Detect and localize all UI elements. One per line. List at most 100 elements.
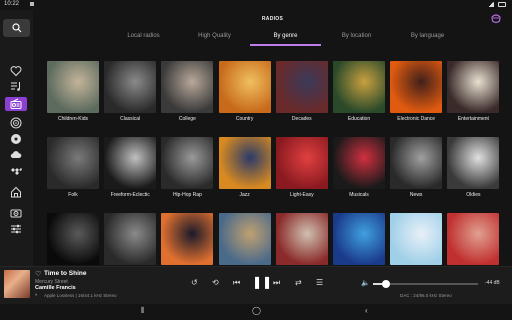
genre-tile[interactable]: Electronic Dance	[390, 61, 443, 122]
genre-image	[275, 213, 328, 265]
home-icon	[11, 186, 21, 198]
genre-label: Education	[347, 116, 371, 122]
genre-tile[interactable]: College	[161, 61, 214, 122]
settings-sliders-icon	[11, 224, 21, 234]
genre-image	[104, 213, 157, 265]
tab-high-quality[interactable]: High Quality	[179, 30, 250, 46]
playlists-button[interactable]	[9, 80, 23, 92]
pause-icon[interactable]: ❚❚	[252, 276, 272, 288]
genre-tile[interactable]: Classical	[104, 61, 157, 122]
genre-label: Entertainment	[457, 116, 489, 122]
repeat-icon[interactable]: ⟲	[212, 279, 219, 287]
genre-image	[218, 137, 271, 189]
genre-label: Folk	[68, 192, 78, 198]
genre-tile[interactable]: Light-Easy	[275, 137, 328, 198]
vinyl-icon	[11, 134, 21, 144]
genre-tile[interactable]	[390, 213, 443, 265]
favorites-button[interactable]	[9, 65, 23, 77]
podcasts-button[interactable]	[9, 117, 23, 129]
genre-image	[275, 61, 328, 113]
tidal-icon	[11, 168, 22, 175]
genre-tile[interactable]: Entertainment	[447, 61, 500, 122]
track-title: Time to Shine	[44, 270, 87, 277]
favorite-heart-icon[interactable]: ♡	[35, 270, 41, 278]
volume-db: -44 dB	[485, 280, 500, 286]
shuffle-icon[interactable]: ⇄	[295, 279, 302, 287]
genre-label: Oldies	[466, 192, 481, 198]
next-icon[interactable]: ⏭	[273, 279, 280, 287]
genre-tile[interactable]	[447, 213, 500, 265]
notification-icon	[30, 2, 34, 6]
genre-label: Jazz	[239, 192, 250, 198]
device-icon	[10, 209, 22, 218]
genre-tile[interactable]	[161, 213, 214, 265]
genre-image	[104, 137, 157, 189]
genre-image	[218, 61, 271, 113]
home-nav-icon[interactable]: ◯	[252, 306, 261, 315]
genre-label: Musicals	[349, 192, 369, 198]
genre-tile[interactable]	[47, 213, 99, 265]
genre-image	[333, 137, 385, 189]
genre-image	[333, 61, 385, 113]
genre-label: College	[178, 116, 196, 122]
genre-label: Country	[235, 116, 254, 122]
genre-tile[interactable]	[218, 213, 271, 265]
streaming-button[interactable]	[9, 149, 23, 161]
tab-bar: Local radios High Quality By genre By lo…	[108, 30, 463, 46]
volume-knob[interactable]	[381, 280, 390, 288]
album-art[interactable]	[4, 270, 30, 298]
replay-icon[interactable]: ↺	[191, 279, 198, 287]
genre-label: Electronic Dance	[397, 116, 436, 122]
search-button[interactable]	[3, 19, 30, 37]
home-button[interactable]	[9, 186, 23, 198]
genre-tile[interactable]: Country	[218, 61, 271, 122]
radio-button[interactable]	[5, 97, 27, 111]
genre-tile[interactable]: Jazz	[218, 137, 271, 198]
genre-tile[interactable]	[333, 213, 385, 265]
cloud-icon	[10, 151, 22, 158]
genre-tile[interactable]: Hip-Hop Rap	[161, 137, 214, 198]
app-logo-icon[interactable]	[490, 13, 502, 25]
genre-tile[interactable]: Musicals	[333, 137, 385, 198]
status-time: 10:22	[4, 1, 20, 7]
genre-image	[390, 213, 443, 265]
genre-tile[interactable]	[275, 213, 328, 265]
genre-tile[interactable]	[104, 213, 157, 265]
playlist-icon	[11, 82, 20, 91]
recents-icon[interactable]: ⦀	[141, 306, 145, 316]
battery-icon	[498, 2, 506, 7]
genre-image	[104, 61, 157, 113]
genre-image	[447, 213, 500, 265]
genre-label: Children-Kids	[57, 116, 88, 122]
sidebar	[0, 10, 33, 266]
genre-image	[161, 213, 214, 265]
genre-tile[interactable]: Decades	[275, 61, 328, 122]
tidal-button[interactable]	[9, 165, 23, 177]
genre-label: Classical	[120, 116, 141, 122]
genre-tile[interactable]: Education	[333, 61, 385, 122]
genre-tile[interactable]: Oldies	[447, 137, 500, 198]
genre-tile[interactable]: Freeform-Eclectic	[104, 137, 157, 198]
genre-tile[interactable]: Folk	[47, 137, 99, 198]
settings-button[interactable]	[9, 223, 23, 235]
tab-by-location[interactable]: By location	[321, 30, 392, 46]
library-button[interactable]	[9, 133, 23, 145]
queue-icon[interactable]: ☰	[316, 279, 323, 287]
back-icon[interactable]: ‹	[365, 306, 368, 315]
genre-label: Light-Easy	[289, 192, 314, 198]
system-nav-bar: ⦀ ◯ ‹	[0, 304, 512, 320]
tab-by-language[interactable]: By language	[392, 30, 463, 46]
genre-tile[interactable]: News	[390, 137, 443, 198]
genre-image	[218, 213, 271, 265]
volume-slider[interactable]	[373, 280, 478, 288]
previous-icon[interactable]: ⏮	[233, 279, 240, 287]
genre-image	[275, 137, 328, 189]
genre-image	[47, 137, 99, 189]
genre-tile[interactable]: Children-Kids	[47, 61, 99, 122]
genre-image	[447, 61, 500, 113]
volume-icon[interactable]: 🔈	[361, 279, 370, 287]
device-button[interactable]	[9, 207, 23, 219]
tab-local-radios[interactable]: Local radios	[108, 30, 179, 46]
top-bar: RADIOS Local radios High Quality By genr…	[33, 10, 512, 46]
tab-by-genre[interactable]: By genre	[250, 30, 321, 46]
